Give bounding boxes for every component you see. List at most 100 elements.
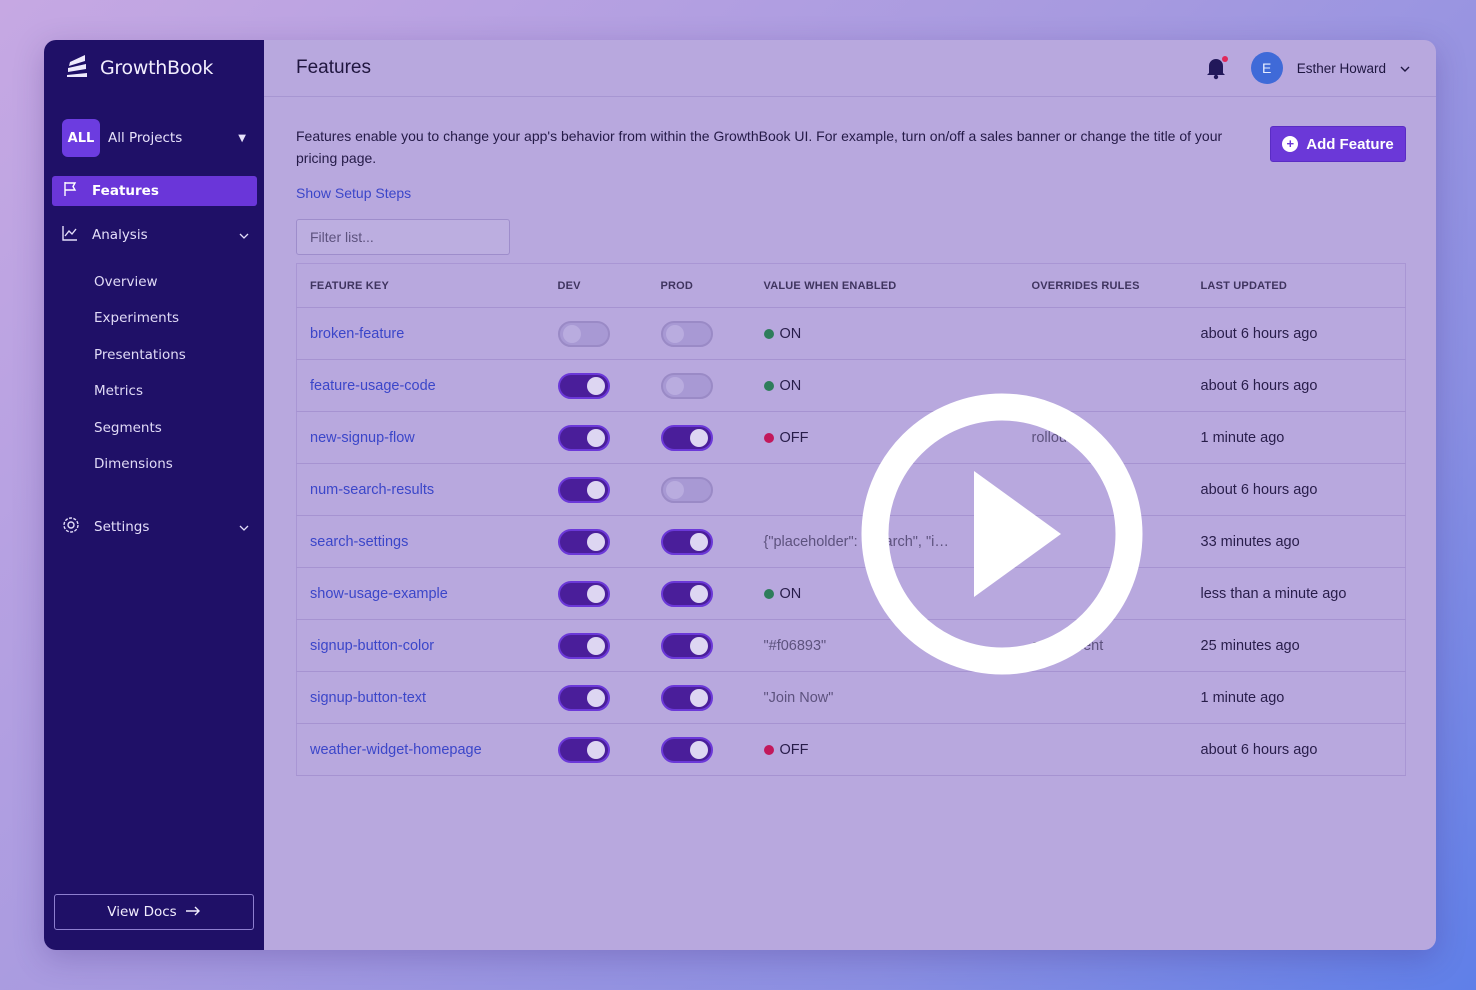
dev-toggle[interactable] bbox=[557, 320, 610, 347]
show-setup-steps-link[interactable]: Show Setup Steps bbox=[296, 185, 1406, 201]
toggle-knob bbox=[586, 532, 605, 551]
sidebar-item-dimensions[interactable]: Dimensions bbox=[94, 446, 264, 482]
feature-key-link[interactable]: signup-button-text bbox=[310, 690, 426, 706]
view-docs-button[interactable]: View Docs bbox=[54, 894, 254, 930]
table-row[interactable]: show-usage-example ON less than a minute a… bbox=[296, 568, 1406, 620]
toggle-knob bbox=[689, 688, 708, 707]
arrow-right-icon bbox=[185, 904, 201, 920]
sidebar-item-segments[interactable]: Segments bbox=[94, 410, 264, 446]
dev-toggle[interactable] bbox=[557, 580, 610, 607]
analysis-submenu: Overview Experiments Presentations Metri… bbox=[44, 264, 264, 482]
sidebar-item-presentations[interactable]: Presentations bbox=[94, 337, 264, 373]
dev-toggle[interactable] bbox=[557, 684, 610, 711]
prod-toggle[interactable] bbox=[660, 580, 713, 607]
plus-circle-icon: + bbox=[1282, 136, 1299, 152]
header-dev[interactable]: DEV bbox=[545, 264, 648, 308]
feature-key-link[interactable]: signup-button-color bbox=[310, 638, 434, 654]
header-overrides[interactable]: OVERRIDES RULES bbox=[1019, 264, 1188, 308]
sidebar-item-overview[interactable]: Overview bbox=[94, 264, 264, 300]
cell-dev bbox=[545, 516, 648, 568]
toggle-knob bbox=[665, 480, 684, 499]
table-row[interactable]: feature-usage-code ON about 6 hours ago bbox=[296, 360, 1406, 412]
feature-key-link[interactable]: search-settings bbox=[310, 534, 408, 550]
table-row[interactable]: weather-widget-homepage OFF about 6 hours … bbox=[296, 724, 1406, 776]
status-dot bbox=[763, 744, 774, 755]
top-bar: Features E Esther Howard bbox=[264, 40, 1436, 97]
header-value[interactable]: VALUE WHEN ENABLED bbox=[751, 264, 1019, 308]
dev-toggle[interactable] bbox=[557, 476, 610, 503]
user-menu[interactable]: Esther Howard bbox=[1297, 61, 1386, 76]
table-row[interactable]: new-signup-flow OFF rollout 1 minute ago bbox=[296, 412, 1406, 464]
cell-dev bbox=[545, 464, 648, 516]
prod-toggle[interactable] bbox=[660, 372, 713, 399]
feature-key-link[interactable]: show-usage-example bbox=[310, 586, 448, 602]
table-row[interactable]: broken-feature ON about 6 hours ago bbox=[296, 308, 1406, 360]
header-prod[interactable]: PROD bbox=[648, 264, 751, 308]
toggle-knob bbox=[586, 584, 605, 603]
sidebar-item-features[interactable]: Features bbox=[52, 176, 257, 206]
dev-toggle[interactable] bbox=[557, 736, 610, 763]
growthbook-logo-icon bbox=[64, 53, 90, 83]
feature-key-link[interactable]: weather-widget-homepage bbox=[310, 742, 482, 758]
cell-prod bbox=[648, 360, 751, 412]
prod-toggle[interactable] bbox=[660, 632, 713, 659]
chevron-down-icon[interactable] bbox=[1400, 59, 1410, 77]
play-video-button[interactable] bbox=[861, 393, 1143, 675]
project-selector[interactable]: ALL All Projects ▼ bbox=[62, 118, 254, 158]
main-content: Features E Esther Howard Features enable… bbox=[264, 40, 1436, 950]
header-last-updated[interactable]: LAST UPDATED bbox=[1188, 264, 1406, 308]
value-text: OFF bbox=[779, 429, 809, 446]
cell-prod bbox=[648, 464, 751, 516]
cell-feature-key: search-settings bbox=[297, 516, 545, 568]
sidebar-item-label: Settings bbox=[94, 519, 150, 536]
notifications-bell-icon[interactable] bbox=[1205, 56, 1229, 80]
table-row[interactable]: signup-button-text "Join Now" 1 minute ago bbox=[296, 672, 1406, 724]
cell-feature-key: signup-button-color bbox=[297, 620, 545, 672]
avatar[interactable]: E bbox=[1250, 52, 1283, 84]
sidebar-item-analysis[interactable]: Analysis bbox=[52, 220, 257, 250]
sidebar-item-settings[interactable]: Settings bbox=[52, 512, 257, 542]
cell-feature-key: show-usage-example bbox=[297, 568, 545, 620]
table-row[interactable]: signup-button-color "#f06893" experiment 25… bbox=[296, 620, 1406, 672]
cell-last-updated: about 6 hours ago bbox=[1200, 741, 1318, 758]
sidebar-item-label: Features bbox=[92, 183, 159, 199]
prod-toggle[interactable] bbox=[660, 528, 713, 555]
dev-toggle[interactable] bbox=[557, 632, 610, 659]
prod-toggle[interactable] bbox=[660, 476, 713, 503]
cell-dev bbox=[545, 672, 648, 724]
add-feature-button[interactable]: + Add Feature bbox=[1270, 126, 1406, 162]
feature-key-link[interactable]: broken-feature bbox=[310, 326, 404, 342]
feature-key-link[interactable]: feature-usage-code bbox=[310, 378, 436, 394]
cell-prod bbox=[648, 724, 751, 776]
cell-feature-key: weather-widget-homepage bbox=[297, 724, 545, 776]
value-text: ON bbox=[779, 377, 802, 394]
filter-input[interactable] bbox=[296, 219, 510, 255]
gear-icon bbox=[62, 516, 80, 538]
features-content: Features enable you to change your app's… bbox=[264, 97, 1436, 776]
brand[interactable]: GrowthBook bbox=[44, 40, 264, 96]
toggle-knob bbox=[586, 740, 605, 759]
feature-key-link[interactable]: new-signup-flow bbox=[310, 430, 415, 446]
dev-toggle[interactable] bbox=[557, 528, 610, 555]
cell-dev bbox=[545, 360, 648, 412]
table-row[interactable]: search-settings {"placeholder": "Search",… bbox=[296, 516, 1406, 568]
project-badge: ALL bbox=[62, 119, 100, 157]
sidebar-item-experiments[interactable]: Experiments bbox=[94, 300, 264, 336]
cell-last-updated: 1 minute ago bbox=[1200, 689, 1285, 706]
prod-toggle[interactable] bbox=[660, 424, 713, 451]
cell-feature-key: signup-button-text bbox=[297, 672, 545, 724]
prod-toggle[interactable] bbox=[660, 320, 713, 347]
dev-toggle[interactable] bbox=[557, 424, 610, 451]
cell-dev bbox=[545, 308, 648, 360]
project-name: All Projects bbox=[108, 130, 183, 146]
sidebar-item-metrics[interactable]: Metrics bbox=[94, 373, 264, 409]
dev-toggle[interactable] bbox=[557, 372, 610, 399]
cell-prod bbox=[648, 568, 751, 620]
prod-toggle[interactable] bbox=[660, 684, 713, 711]
header-feature-key[interactable]: FEATURE KEY bbox=[297, 264, 545, 308]
cell-last-updated: about 6 hours ago bbox=[1200, 481, 1318, 498]
prod-toggle[interactable] bbox=[660, 736, 713, 763]
table-row[interactable]: num-search-results about 6 hours ago bbox=[296, 464, 1406, 516]
play-icon bbox=[861, 393, 1143, 675]
feature-key-link[interactable]: num-search-results bbox=[310, 482, 434, 498]
